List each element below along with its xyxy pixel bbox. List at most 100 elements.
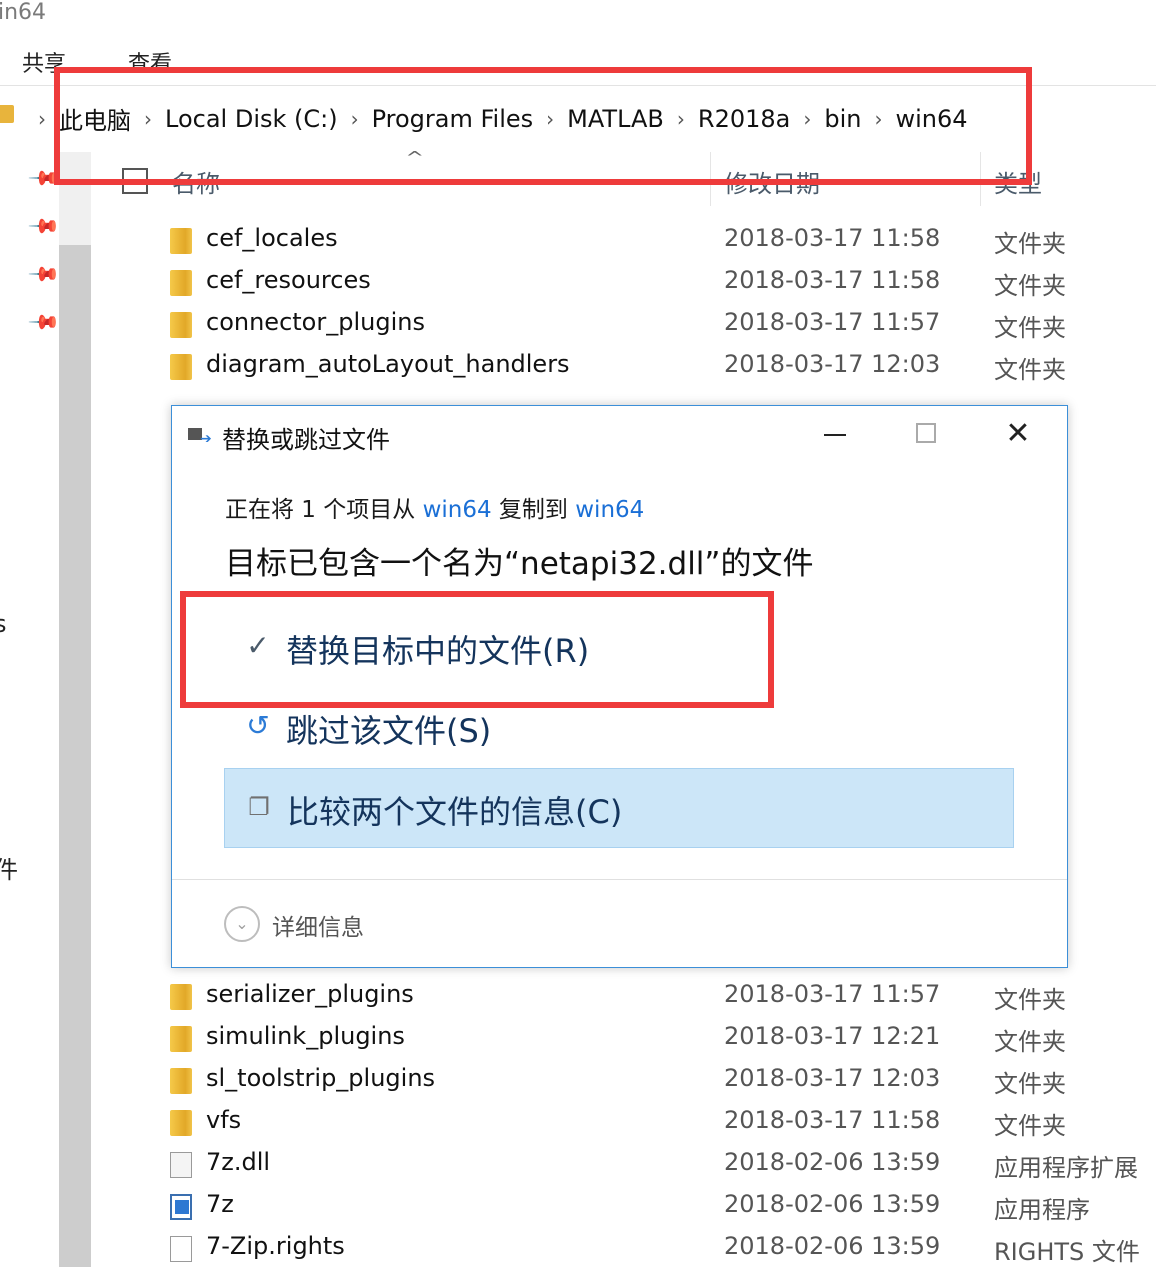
chevron-right-icon[interactable]: ›	[38, 107, 46, 131]
column-divider[interactable]	[980, 152, 981, 206]
tab-share[interactable]: 共享	[22, 46, 66, 78]
skip-file-option[interactable]: ↺ 跳过该文件(S)	[224, 688, 1014, 768]
file-row[interactable]: 7z.dll 2018-02-06 13:59 应用程序扩展	[166, 1144, 1156, 1186]
file-type: 文件夹	[994, 230, 1066, 258]
file-type: 文件夹	[994, 272, 1066, 300]
file-type: 文件夹	[994, 1112, 1066, 1140]
nav-item-fragment[interactable]: 件	[0, 850, 18, 885]
chevron-right-icon[interactable]: ›	[874, 107, 882, 131]
close-button[interactable]: ✕	[973, 412, 1063, 456]
chevron-down-icon: ⌄	[224, 906, 260, 942]
file-type: 应用程序	[994, 1196, 1090, 1224]
breadcrumb-local-disk[interactable]: Local Disk (C:)	[165, 105, 338, 133]
file-name: 7-Zip.rights	[206, 1232, 345, 1260]
breadcrumb-bin[interactable]: bin	[824, 105, 861, 133]
file-date: 2018-03-17 11:58	[724, 1106, 941, 1134]
folder-icon	[170, 228, 192, 254]
select-all-checkbox[interactable]	[122, 168, 148, 194]
file-type: 文件夹	[994, 1070, 1066, 1098]
replace-skip-dialog: ➔ 替换或跳过文件 ✕ 正在将 1 个项目从 win64 复制到 win64 目…	[171, 405, 1068, 968]
file-name: diagram_autoLayout_handlers	[206, 350, 570, 378]
copy-prefix: 正在将 1 个项目从	[225, 497, 423, 523]
file-type: 文件夹	[994, 1028, 1066, 1056]
breadcrumb-this-pc[interactable]: 此电脑	[59, 101, 131, 136]
ribbon: 共享 查看	[0, 40, 1156, 86]
file-type: 文件夹	[994, 986, 1066, 1014]
file-row[interactable]: cef_resources 2018-03-17 11:58 文件夹	[166, 262, 1156, 304]
nav-item-fragment[interactable]: s	[0, 610, 7, 638]
breadcrumb-matlab[interactable]: MATLAB	[567, 105, 664, 133]
breadcrumb-win64[interactable]: win64	[895, 105, 967, 133]
scrollbar-thumb[interactable]	[59, 245, 91, 1267]
maximize-icon	[916, 423, 936, 443]
chevron-right-icon[interactable]: ›	[803, 107, 811, 131]
file-date: 2018-03-17 12:03	[724, 350, 941, 378]
target-folder-link[interactable]: win64	[575, 497, 644, 523]
folder-icon	[170, 1068, 192, 1094]
file-type: 文件夹	[994, 356, 1066, 384]
replace-file-option[interactable]: ✓ 替换目标中的文件(R)	[224, 608, 1014, 688]
copy-status-text: 正在将 1 个项目从 win64 复制到 win64	[225, 490, 644, 524]
column-divider[interactable]	[710, 152, 711, 206]
address-bar[interactable]: › 此电脑 › Local Disk (C:) › Program Files …	[0, 97, 1156, 141]
column-header-date[interactable]: 修改日期	[724, 164, 820, 199]
file-row[interactable]: serializer_plugins 2018-03-17 11:57 文件夹	[166, 976, 1156, 1018]
file-row[interactable]: connector_plugins 2018-03-17 11:57 文件夹	[166, 304, 1156, 346]
folder-icon	[170, 1110, 192, 1136]
column-header-row: 名称 修改日期 类型	[100, 152, 1156, 208]
minimize-button[interactable]	[791, 412, 881, 456]
file-row[interactable]: vfs 2018-03-17 11:58 文件夹	[166, 1102, 1156, 1144]
breadcrumb-program-files[interactable]: Program Files	[372, 105, 534, 133]
file-name: cef_resources	[206, 266, 371, 294]
folder-icon	[170, 354, 192, 380]
pin-icon[interactable]: 📌	[27, 257, 62, 292]
file-row[interactable]: cef_locales 2018-03-17 11:58 文件夹	[166, 220, 1156, 262]
dll-file-icon	[170, 1152, 192, 1178]
pin-icon[interactable]: 📌	[27, 161, 62, 196]
file-name: vfs	[206, 1106, 242, 1134]
file-date: 2018-03-17 11:58	[724, 224, 941, 252]
file-name: connector_plugins	[206, 308, 425, 336]
application-icon	[170, 1194, 192, 1220]
pin-icon[interactable]: 📌	[27, 305, 62, 340]
source-folder-link[interactable]: win64	[423, 497, 492, 523]
file-date: 2018-03-17 11:57	[724, 980, 941, 1008]
folder-icon	[170, 984, 192, 1010]
option-label: 跳过该文件(S)	[286, 712, 492, 750]
folder-icon	[0, 105, 14, 123]
file-name: 7z	[206, 1190, 234, 1218]
file-date: 2018-03-17 12:03	[724, 1064, 941, 1092]
window-title: in64	[0, 0, 47, 25]
chevron-right-icon[interactable]: ›	[677, 107, 685, 131]
checkmark-icon: ✓	[246, 629, 270, 662]
pin-icon[interactable]: 📌	[27, 209, 62, 244]
column-header-name[interactable]: 名称	[172, 164, 220, 199]
conflict-headline: 目标已包含一个名为“netapi32.dll”的文件	[225, 546, 814, 582]
navigation-pane: 📌 📌 📌 📌	[0, 148, 62, 1267]
chevron-right-icon[interactable]: ›	[351, 107, 359, 131]
maximize-button[interactable]	[881, 412, 971, 456]
dialog-title: 替换或跳过文件	[222, 426, 390, 454]
skip-arrow-icon: ↺	[246, 709, 270, 742]
folder-icon	[170, 1026, 192, 1052]
option-label: 替换目标中的文件(R)	[286, 632, 590, 670]
file-date: 2018-02-06 13:59	[724, 1148, 941, 1176]
file-row[interactable]: diagram_autoLayout_handlers 2018-03-17 1…	[166, 346, 1156, 388]
file-row[interactable]: sl_toolstrip_plugins 2018-03-17 12:03 文件…	[166, 1060, 1156, 1102]
folder-icon	[170, 270, 192, 296]
file-name: 7z.dll	[206, 1148, 271, 1176]
option-label: 比较两个文件的信息(C)	[287, 793, 623, 831]
file-date: 2018-03-17 12:21	[724, 1022, 941, 1050]
compare-files-icon: ❐	[248, 793, 270, 821]
file-date: 2018-02-06 13:59	[724, 1232, 941, 1260]
file-row[interactable]: simulink_plugins 2018-03-17 12:21 文件夹	[166, 1018, 1156, 1060]
compare-files-option[interactable]: ❐ 比较两个文件的信息(C)	[224, 768, 1014, 848]
file-row[interactable]: 7-Zip.rights 2018-02-06 13:59 RIGHTS 文件	[166, 1228, 1156, 1267]
file-row[interactable]: 7z 2018-02-06 13:59 应用程序	[166, 1186, 1156, 1228]
chevron-right-icon[interactable]: ›	[144, 107, 152, 131]
tab-view[interactable]: 查看	[128, 46, 172, 78]
chevron-right-icon[interactable]: ›	[546, 107, 554, 131]
breadcrumb-r2018a[interactable]: R2018a	[698, 105, 790, 133]
column-header-type[interactable]: 类型	[994, 164, 1042, 199]
file-date: 2018-02-06 13:59	[724, 1190, 941, 1218]
